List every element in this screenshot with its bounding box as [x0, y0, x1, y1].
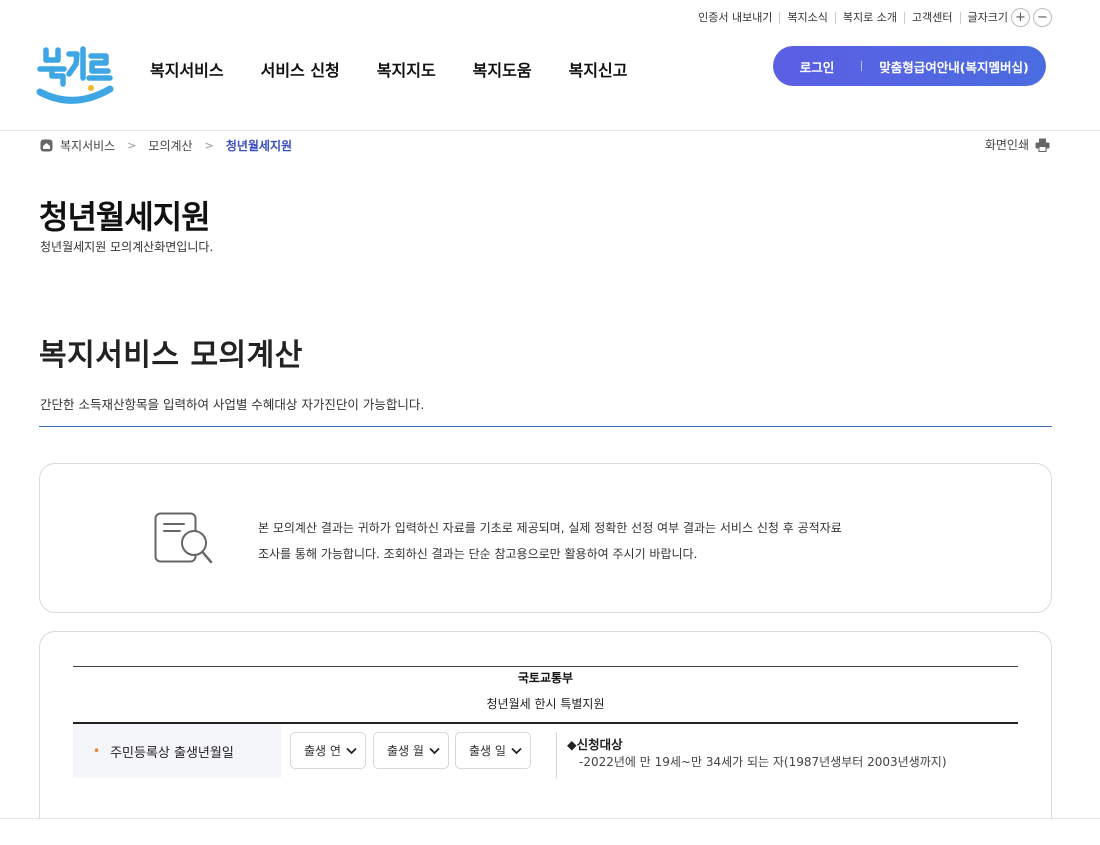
member-pill: 로그인 맞춤형급여안내(복지멤버십) — [773, 46, 1046, 86]
document-search-icon — [154, 512, 213, 564]
birthdate-row-label: • 주민등록상 출생년월일 — [73, 724, 281, 778]
page-subtitle: 청년월세지원 모의계산화면입니다. — [40, 240, 214, 254]
birth-month-value: 출생 월 — [387, 744, 424, 758]
chevron-down-icon — [429, 747, 440, 754]
font-increase-button[interactable]: + — [1011, 8, 1030, 27]
page-title: 청년월세지원 — [39, 198, 211, 236]
main-nav: 복지서비스 서비스 신청 복지지도 복지도움 복지신고 — [150, 57, 664, 81]
membership-guide-button[interactable]: 맞춤형급여안내(복지멤버십) — [862, 57, 1046, 76]
program-name: 청년월세 한시 특별지원 — [486, 697, 605, 711]
eligibility-title: ◆신청대상 — [567, 737, 623, 752]
printer-icon — [1035, 138, 1050, 152]
birth-day-value: 출생 일 — [469, 744, 506, 758]
font-size-label: 글자크기 — [959, 11, 1008, 24]
column-divider — [556, 732, 557, 778]
font-decrease-button[interactable]: − — [1033, 8, 1052, 27]
table-top-border — [73, 666, 1018, 667]
util-link-cert-export[interactable]: 인증서 내보내기 — [691, 11, 779, 24]
chevron-down-icon — [511, 747, 522, 754]
notice-line-2: 조사를 통해 가능합니다. 조회하신 결과는 단순 참고용으로만 활용하여 주시… — [258, 547, 698, 561]
nav-welfare-help[interactable]: 복지도움 — [473, 57, 532, 81]
notice-text: 본 모의계산 결과는 귀하가 입력하신 자료를 기초로 제공되며, 실제 정확한… — [258, 515, 958, 567]
nav-welfare-report[interactable]: 복지신고 — [569, 57, 628, 81]
print-label: 화면인쇄 — [984, 138, 1029, 152]
viewport-bottom-area — [0, 819, 1100, 845]
birth-day-select[interactable]: 출생 일 — [455, 732, 531, 769]
nav-welfare-map[interactable]: 복지지도 — [377, 57, 436, 81]
header-divider — [0, 130, 1100, 131]
nav-welfare-services[interactable]: 복지서비스 — [150, 57, 224, 81]
section-title: 복지서비스 모의계산 — [39, 338, 303, 373]
login-button[interactable]: 로그인 — [773, 57, 861, 76]
ministry-name: 국토교통부 — [517, 671, 574, 685]
notice-box: 본 모의계산 결과는 귀하가 입력하신 자료를 기초로 제공되며, 실제 정확한… — [39, 463, 1052, 613]
util-link-about[interactable]: 복지로 소개 — [834, 11, 904, 24]
bullet-icon: • — [93, 744, 101, 758]
util-link-news[interactable]: 복지소식 — [779, 11, 834, 24]
home-icon[interactable] — [40, 139, 53, 152]
chevron-down-icon — [346, 747, 357, 754]
simulation-form: 국토교통부 청년월세 한시 특별지원 • 주민등록상 출생년월일 출생 연 출생… — [39, 631, 1052, 845]
breadcrumb: 복지서비스 > 모의계산 > 청년월세지원 — [40, 137, 292, 154]
birth-year-select[interactable]: 출생 연 — [290, 732, 366, 769]
nav-service-apply[interactable]: 서비스 신청 — [261, 57, 340, 81]
notice-line-1: 본 모의계산 결과는 귀하가 입력하신 자료를 기초로 제공되며, 실제 정확한… — [258, 521, 842, 535]
breadcrumb-item-simulation[interactable]: 모의계산 — [148, 137, 192, 154]
chevron-right-icon: > — [127, 139, 137, 152]
breadcrumb-current: 청년월세지원 — [225, 139, 293, 153]
eligibility-text: -2022년에 만 19세~만 34세가 되는 자(1987년생부터 2003년… — [579, 755, 947, 769]
birth-year-value: 출생 연 — [304, 744, 341, 758]
birth-month-select[interactable]: 출생 월 — [373, 732, 449, 769]
util-link-customer-center[interactable]: 고객센터 — [904, 11, 959, 24]
section-divider — [39, 426, 1052, 427]
section-description: 간단한 소득재산항목을 입력하여 사업별 수혜대상 자가진단이 가능합니다. — [40, 397, 425, 412]
bokjiro-logo[interactable] — [36, 44, 116, 116]
breadcrumb-item-welfare-services[interactable]: 복지서비스 — [60, 137, 115, 154]
utility-bar: 인증서 내보내기 복지소식 복지로 소개 고객센터 글자크기 + − — [691, 8, 1052, 27]
chevron-right-icon: > — [204, 139, 214, 152]
birthdate-label: 주민등록상 출생년월일 — [110, 745, 234, 761]
print-button[interactable]: 화면인쇄 — [985, 136, 1050, 153]
logo-mark — [36, 46, 114, 104]
